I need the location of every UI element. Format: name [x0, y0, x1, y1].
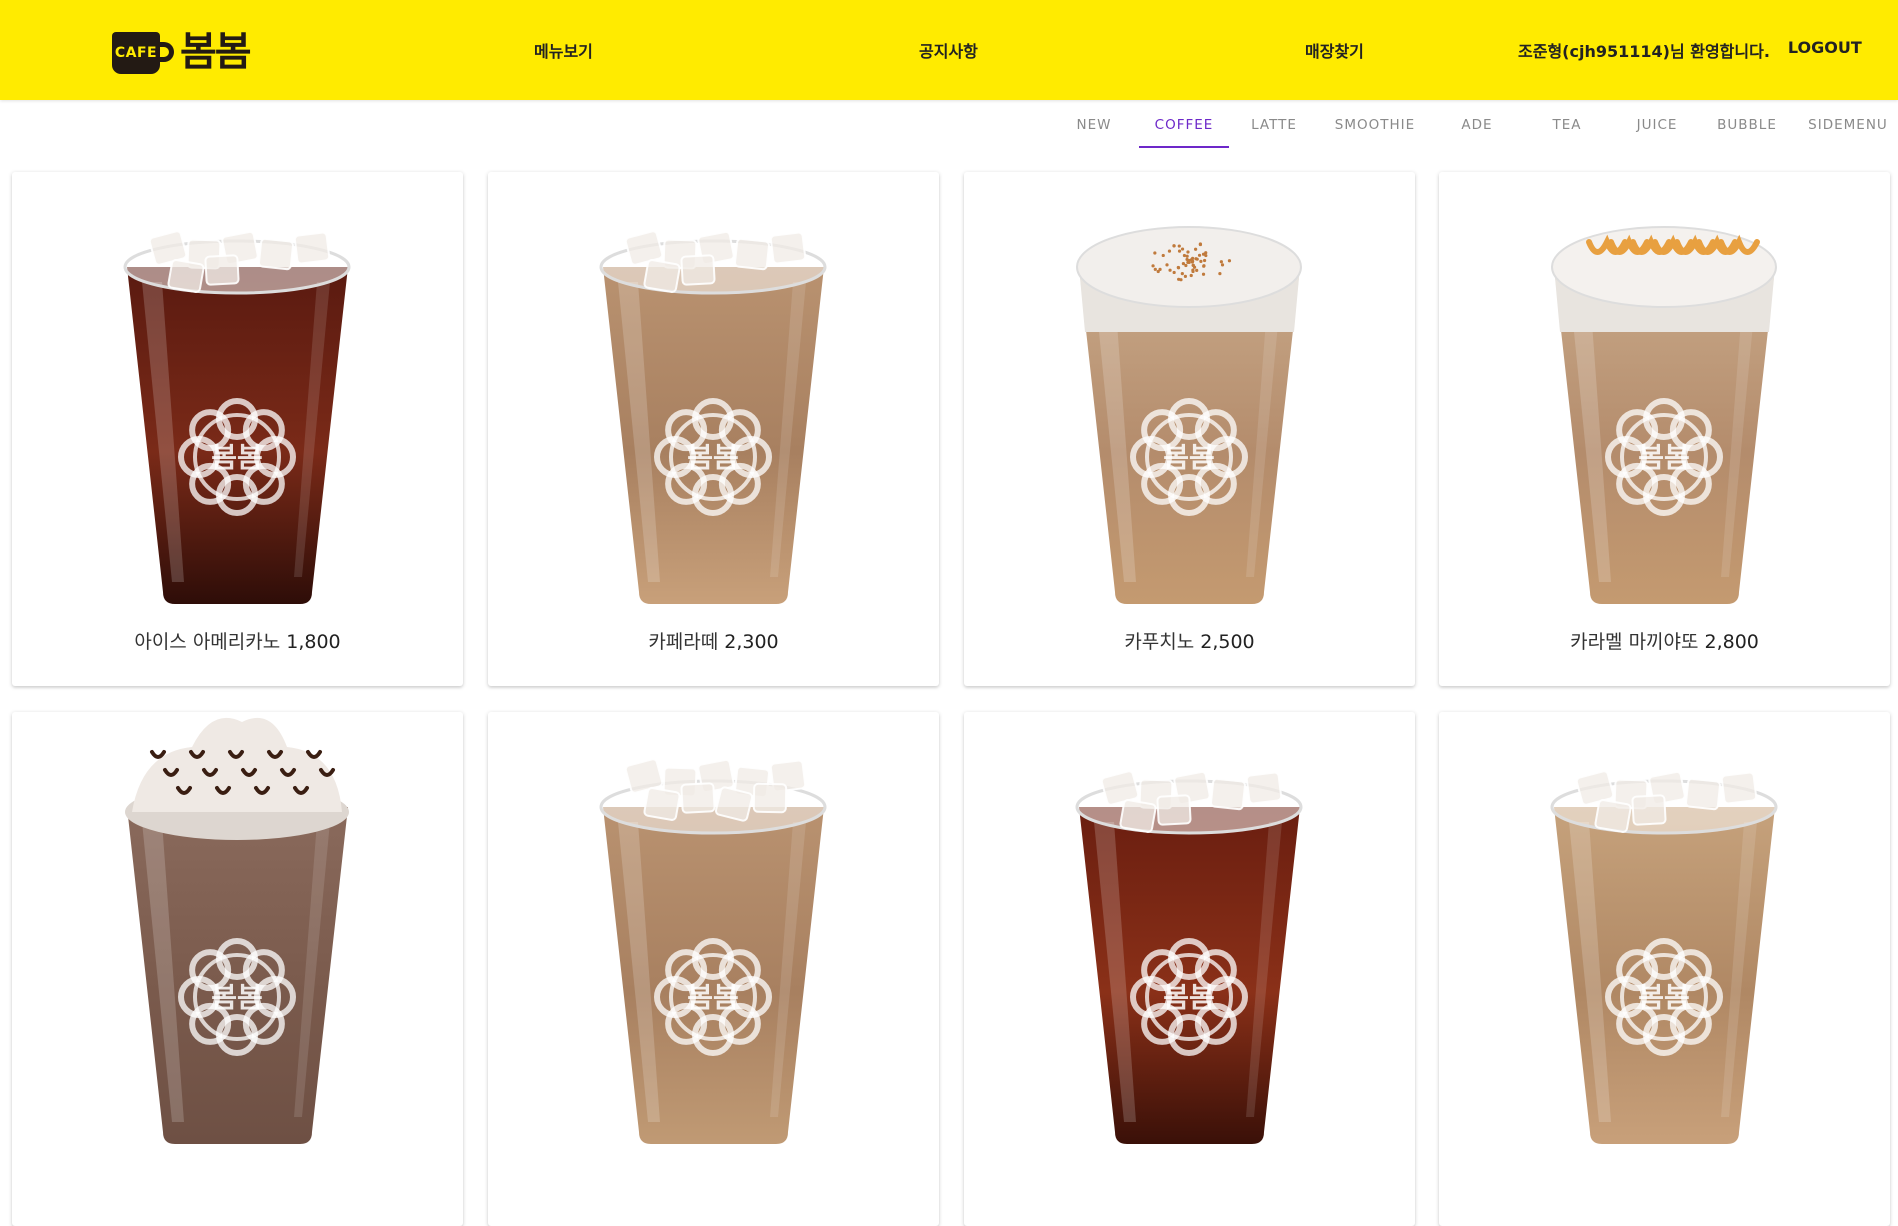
cold-brew-image: 봄봄 [964, 712, 1415, 1172]
iced-latte-image: 봄봄 [488, 712, 939, 1172]
product-card-iced-latte[interactable]: 봄봄 [488, 712, 939, 1226]
svg-text:봄봄: 봄봄 [211, 441, 263, 474]
vanilla-latte-image: 봄봄 [1439, 712, 1890, 1172]
product-caption: 카페라떼 2,300 [488, 627, 939, 654]
svg-text:봄봄: 봄봄 [1638, 441, 1690, 474]
product-price: 2,300 [724, 631, 778, 653]
nav-store-finder[interactable]: 매장찾기 [1305, 38, 1364, 62]
product-card-cappuccino[interactable]: 봄봄 카푸치노 2,500 [964, 172, 1415, 686]
caramel-macchiato-image: 봄봄 [1439, 172, 1890, 632]
logo-name: 봄봄 [180, 32, 250, 72]
svg-text:봄봄: 봄봄 [687, 441, 739, 474]
user-area: 조준형(cjh951114)님 환영합니다. LOGOUT [1518, 38, 1862, 62]
logout-button[interactable]: LOGOUT [1788, 38, 1862, 62]
tab-bubble[interactable]: BUBBLE [1702, 117, 1792, 133]
iced-americano-image: 봄봄 [12, 172, 463, 632]
svg-text:봄봄: 봄봄 [1163, 441, 1215, 474]
svg-text:봄봄: 봄봄 [1163, 981, 1215, 1014]
tab-latte[interactable]: LATTE [1229, 117, 1319, 133]
tab-juice[interactable]: JUICE [1612, 117, 1702, 133]
tab-new[interactable]: NEW [1049, 117, 1139, 133]
tab-sidemenu[interactable]: SIDEMENU [1803, 117, 1893, 133]
product-name: 카푸치노 [1124, 631, 1194, 653]
cup-logo-icon: CAFE [112, 30, 172, 74]
product-card-latte[interactable]: 봄봄 카페라떼 2,300 [488, 172, 939, 686]
logo-badge: CAFE [115, 45, 157, 61]
product-card-mocha[interactable]: 봄봄 [12, 712, 463, 1226]
product-name: 아이스 아메리카노 [134, 631, 280, 653]
cafe-latte-image: 봄봄 [488, 172, 939, 632]
product-card-caramel-macchiato[interactable]: 봄봄 카라멜 마끼야또 2,800 [1439, 172, 1890, 686]
mocha-image: 봄봄 [12, 712, 463, 1172]
tab-smoothie[interactable]: SMOOTHIE [1330, 117, 1420, 133]
svg-text:봄봄: 봄봄 [687, 981, 739, 1014]
tab-tea[interactable]: TEA [1522, 117, 1612, 133]
tab-coffee[interactable]: COFFEE [1139, 117, 1229, 133]
nav-notice[interactable]: 공지사항 [919, 38, 978, 62]
category-tabs: NEW COFFEE LATTE SMOOTHIE ADE TEA JUICE … [0, 100, 1898, 150]
tab-ade[interactable]: ADE [1432, 117, 1522, 133]
product-name: 카페라떼 [648, 631, 718, 653]
product-card-vanilla-latte[interactable]: 봄봄 [1439, 712, 1890, 1226]
nav-menu[interactable]: 메뉴보기 [534, 38, 593, 62]
product-price: 1,800 [286, 631, 340, 653]
product-card-cold-brew[interactable]: 봄봄 [964, 712, 1415, 1226]
product-card-americano[interactable]: 봄봄 아이스 아메리카노 1,800 [12, 172, 463, 686]
product-name: 카라멜 마끼야또 [1570, 631, 1698, 653]
active-tab-indicator [1139, 146, 1229, 148]
svg-text:봄봄: 봄봄 [211, 981, 263, 1014]
product-caption: 카푸치노 2,500 [964, 627, 1415, 654]
product-price: 2,800 [1705, 631, 1759, 653]
product-price: 2,500 [1200, 631, 1254, 653]
product-caption: 카라멜 마끼야또 2,800 [1439, 627, 1890, 654]
cappuccino-image: 봄봄 [964, 172, 1415, 632]
svg-text:봄봄: 봄봄 [1638, 981, 1690, 1014]
welcome-message: 조준형(cjh951114)님 환영합니다. [1518, 38, 1770, 62]
top-header: CAFE 봄봄 메뉴보기 공지사항 매장찾기 조준형(cjh951114)님 환… [0, 0, 1898, 100]
cafe-logo[interactable]: CAFE 봄봄 [112, 27, 250, 77]
product-caption: 아이스 아메리카노 1,800 [12, 627, 463, 654]
